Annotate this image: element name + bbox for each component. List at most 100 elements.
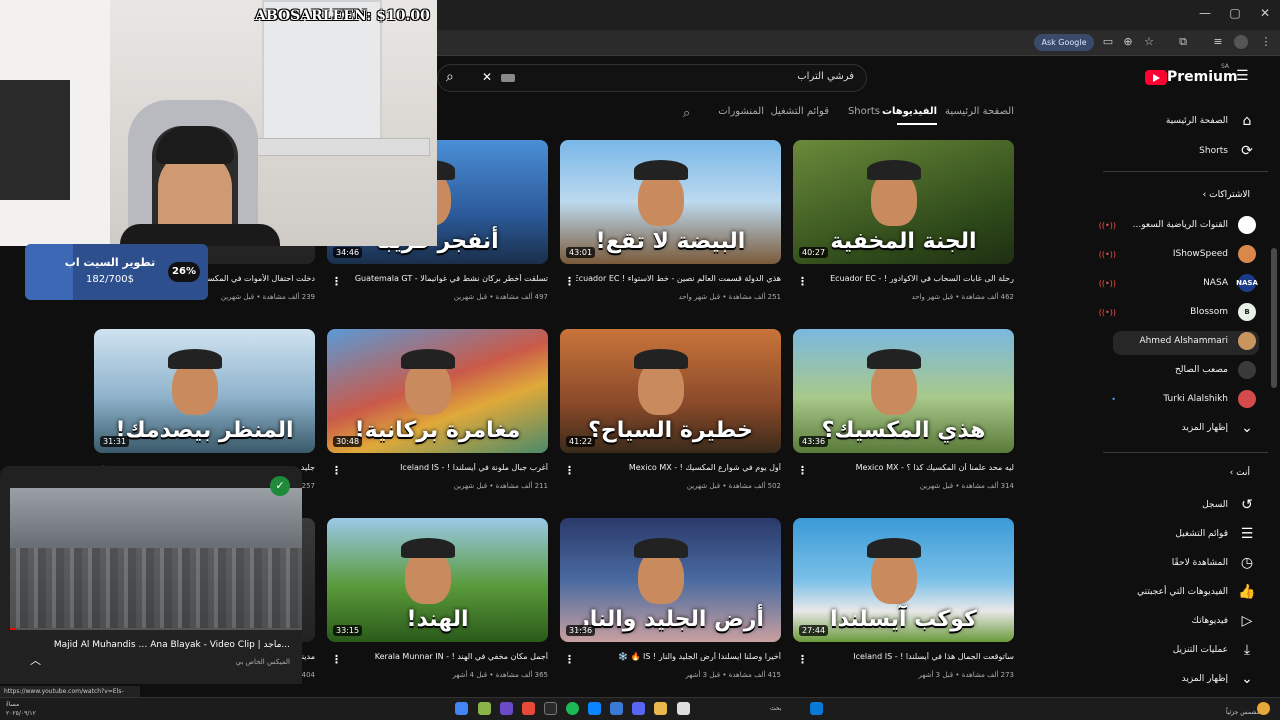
divider — [1103, 452, 1268, 453]
discord-app-icon[interactable] — [632, 702, 645, 715]
video-card[interactable]: البيضة لا تقع! 43:01 ⋮ هذي الدولة قسمت ا… — [560, 140, 781, 310]
more-options-icon[interactable]: ⋮ — [797, 654, 808, 665]
you-heading[interactable]: أنت › — [1230, 468, 1250, 478]
cast-icon[interactable]: ▭ — [1101, 35, 1115, 49]
video-title[interactable]: هذي الدولة قسمت العالم نصين - خط الاستوا… — [576, 274, 781, 283]
video-thumbnail[interactable]: خطيرة السياح؟ 41:22 — [560, 329, 781, 453]
sidebar-item-subscription[interactable]: مصعب الصالح — [1132, 358, 1256, 382]
ask-google-button[interactable]: Ask Google — [1034, 34, 1094, 51]
video-card[interactable]: خطيرة السياح؟ 41:22 ⋮ أول يوم في شوارع ا… — [560, 329, 781, 499]
sidebar-item-subscription[interactable]: IShowSpeed ((•)) — [1099, 242, 1256, 266]
app-icon[interactable] — [478, 702, 491, 715]
video-meta: 502 ألف مشاهدة • قبل شهرين — [686, 482, 781, 490]
terminal-app-icon[interactable] — [544, 702, 557, 715]
windows-start-icon[interactable] — [810, 702, 823, 715]
bookmark-star-icon[interactable]: ☆ — [1142, 35, 1156, 49]
chevron-down-icon: ⌄ — [1241, 671, 1253, 687]
video-title[interactable]: أول يوم في شوارع المكسيك ! - Mexico MX — [576, 463, 781, 472]
video-card[interactable]: كوكب آيسلندا 27:44 ⋮ ساتوقعت الجمال هذا … — [793, 518, 1014, 688]
store-app-icon[interactable] — [610, 702, 623, 715]
sidebar-scrollbar[interactable] — [1271, 248, 1277, 388]
video-thumbnail[interactable]: الهند! 33:15 — [327, 518, 548, 642]
more-options-icon[interactable]: ⋮ — [564, 465, 575, 476]
profile-avatar[interactable] — [1234, 35, 1248, 49]
sidebar-item-you[interactable]: ☰ قوائم التشغيل — [1175, 522, 1256, 546]
sidebar-item-main[interactable]: ⌂ الصفحة الرئيسية — [1166, 109, 1256, 133]
video-title[interactable]: رحلة الى غابات السحاب في الاكوادور ! - E… — [809, 274, 1014, 283]
zoom-icon[interactable]: ⊕ — [1121, 35, 1135, 49]
more-options-icon[interactable]: ⋮ — [797, 465, 808, 476]
video-title[interactable]: ليه محد علمنا أن المكسيك كذا ؟ - Mexico … — [809, 463, 1014, 472]
miniplayer-title[interactable]: Majid Al Muhandis … Ana Blayak - Video C… — [54, 640, 290, 650]
app-icon[interactable] — [522, 702, 535, 715]
more-options-icon[interactable]: ⋮ — [331, 654, 342, 665]
minimize-button[interactable]: — — [1195, 6, 1215, 20]
sidebar-item-you[interactable]: ↺ السجل — [1202, 493, 1256, 517]
video-thumbnail[interactable]: المنظر بيصدمك! 31:31 — [94, 329, 315, 453]
video-card[interactable]: الهند! 33:15 ⋮ أجمل مكان مخفي في الهند !… — [327, 518, 548, 688]
video-title[interactable]: أجمل مكان مخفي في الهند ! - Kerala Munna… — [343, 652, 548, 661]
video-thumbnail[interactable]: الجنة المخفية 40:27 — [793, 140, 1014, 264]
video-title[interactable]: أخيرا وصلنا ايسلندا أرض الجليد والنار ! … — [576, 652, 781, 661]
video-thumbnail[interactable]: كوكب آيسلندا 27:44 — [793, 518, 1014, 642]
taskbar-clock[interactable]: مساءً — [6, 701, 19, 708]
explorer-app-icon[interactable] — [654, 702, 667, 715]
hair — [156, 126, 234, 164]
youtube-premium-logo[interactable]: Premium — [1167, 69, 1238, 85]
more-options-icon[interactable]: ⋮ — [564, 654, 575, 665]
chrome-app-icon[interactable] — [455, 702, 468, 715]
taskbar-search[interactable]: بحث — [770, 705, 781, 712]
video-thumbnail[interactable]: أرض الجليد والنار 31:36 — [560, 518, 781, 642]
sidebar-item-you[interactable]: ◷ المشاهدة لاحقًا — [1172, 551, 1256, 575]
expand-icon[interactable]: ︿ — [30, 652, 41, 668]
sidebar-item-you[interactable]: ▷ فيديوهاتك — [1192, 609, 1256, 633]
video-thumbnail[interactable]: مغامرة بركانية! 30:48 — [327, 329, 548, 453]
video-card[interactable]: مغامرة بركانية! 30:48 ⋮ أغرب جبال ملونة … — [327, 329, 548, 499]
sidebar-item-subscription[interactable]: القنوات الرياضية السعو... ((•)) — [1099, 213, 1256, 237]
more-options-icon[interactable]: ⋮ — [331, 465, 342, 476]
more-options-icon[interactable]: ⋮ — [797, 276, 808, 287]
show-more-button[interactable]: ⌄ إظهار المزيد — [1182, 667, 1256, 691]
media-icon[interactable]: ≡ — [1211, 35, 1225, 49]
sidebar-item-label: IShowSpeed — [1172, 249, 1228, 259]
video-title[interactable]: تسلقت أخطر بركان نشط في غواتيمالا - Guat… — [343, 274, 548, 283]
video-title[interactable]: أغرب جبال ملونة في أيسلندا ! - Iceland I… — [343, 463, 548, 472]
edge-app-icon[interactable] — [588, 702, 601, 715]
sidebar-item-subscription[interactable]: B Blossom ((•)) — [1099, 300, 1256, 324]
subscriptions-heading[interactable]: الاشتراكات › — [1203, 190, 1250, 200]
sidebar-item-subscription[interactable]: Turki Alalshikh • — [1111, 387, 1256, 411]
sidebar-item-you[interactable]: ⤓ عمليات التنزيل — [1173, 638, 1256, 662]
extensions-icon[interactable]: ⧉ — [1176, 35, 1190, 49]
youtube-logo-icon[interactable] — [1145, 70, 1167, 85]
sidebar-item-main[interactable]: ⟳ Shorts — [1199, 139, 1256, 163]
sidebar-item-label: NASA — [1203, 278, 1228, 288]
video-card[interactable]: الجنة المخفية 40:27 ⋮ رحلة الى غابات الس… — [793, 140, 1014, 310]
app-icon[interactable] — [500, 702, 513, 715]
video-card[interactable]: هذي المكسيك؟ 43:36 ⋮ ليه محد علمنا أن ال… — [793, 329, 1014, 499]
video-card[interactable]: أرض الجليد والنار 31:36 ⋮ أخيرا وصلنا اي… — [560, 518, 781, 688]
sidebar-item-subscription[interactable]: Ahmed Alshammari — [1132, 329, 1256, 353]
app-icon[interactable] — [677, 702, 690, 715]
video-thumbnail[interactable]: هذي المكسيك؟ 43:36 — [793, 329, 1014, 453]
sidebar-item-subscription[interactable]: NASA NASA ((•)) — [1099, 271, 1258, 295]
more-options-icon[interactable]: ⋮ — [564, 276, 575, 287]
sidebar-item-label: السجل — [1202, 500, 1228, 510]
browser-menu-icon[interactable]: ⋮ — [1259, 35, 1273, 49]
more-options-icon[interactable]: ⋮ — [331, 276, 342, 287]
menu-icon[interactable]: ☰ — [1236, 69, 1252, 83]
sidebar-item-you[interactable]: 👍 الفيديوهات التي أعجبتني — [1137, 580, 1256, 604]
miniplayer-video[interactable]: ✓ — [10, 476, 302, 628]
city-buildings — [10, 548, 302, 628]
miniplayer[interactable]: ✓ Majid Al Muhandis … Ana Blayak - Video… — [0, 466, 302, 684]
miniplayer-progress[interactable] — [10, 628, 302, 630]
video-duration: 31:31 — [100, 436, 130, 447]
weather-icon — [1257, 702, 1270, 715]
taskbar-date[interactable]: ٢٠٢٥/٠٩/١٢ — [6, 710, 36, 717]
video-thumbnail[interactable]: البيضة لا تقع! 43:01 — [560, 140, 781, 264]
video-title[interactable]: ساتوقعت الجمال هذا في أيسلندا ! - Icelan… — [809, 652, 1014, 661]
spotify-app-icon[interactable] — [566, 702, 579, 715]
thumbs-up-icon: 👍 — [1238, 584, 1256, 600]
show-more-button[interactable]: ⌄ إظهار المزيد — [1182, 416, 1256, 440]
close-window-button[interactable]: ✕ — [1255, 6, 1275, 20]
maximize-button[interactable]: ▢ — [1225, 6, 1245, 20]
